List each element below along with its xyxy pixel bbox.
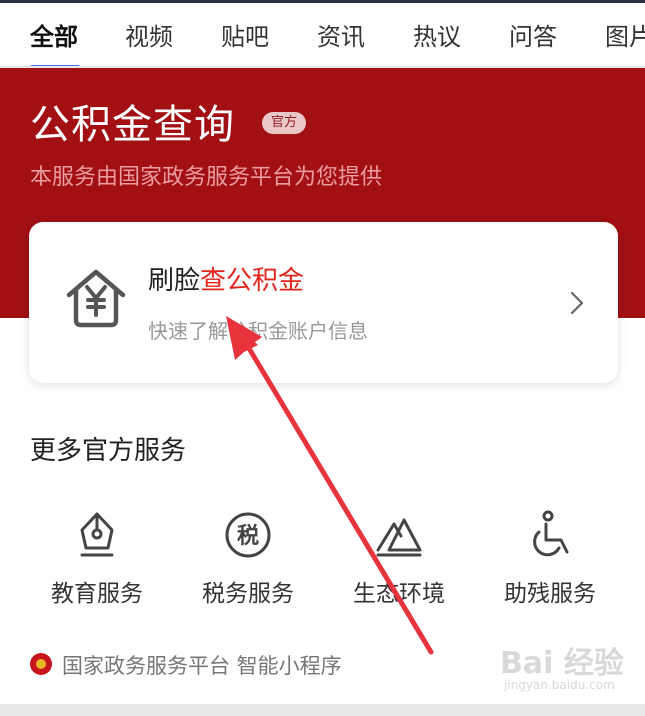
service-label: 生态环境	[353, 581, 445, 607]
baidu-jingyan-watermark: Bai 经验 jingyan.baidu.com	[500, 636, 630, 696]
tab-hot[interactable]: 热议	[413, 17, 461, 52]
wheelchair-icon	[533, 510, 569, 557]
chevron-right-icon	[570, 291, 584, 315]
mountain-icon	[376, 518, 422, 557]
service-disability[interactable]: 助残服务	[475, 510, 625, 607]
official-badge: 官方	[262, 112, 307, 134]
tab-images[interactable]: 图片	[605, 17, 645, 52]
watermark-text: Bai 经验	[500, 646, 624, 681]
tab-tieba[interactable]: 贴吧	[221, 17, 269, 52]
service-label: 教育服务	[51, 581, 143, 607]
pen-nib-icon	[80, 512, 114, 557]
service-label: 税务服务	[202, 581, 294, 607]
footer-text: 国家政务服务平台 智能小程序	[62, 654, 342, 678]
service-tax[interactable]: 税 税务服务	[173, 510, 323, 607]
service-label: 助残服务	[504, 581, 596, 607]
card-subtitle: 快速了解公积金账户信息	[148, 319, 368, 343]
tax-icon: 税	[225, 512, 271, 558]
card-title: 刷脸查公积金	[148, 260, 304, 297]
house-yuan-icon	[66, 269, 126, 328]
watermark-url: jingyan.baidu.com	[504, 678, 615, 692]
page-title: 公积金查询	[30, 102, 235, 148]
tab-all[interactable]: 全部	[30, 17, 78, 52]
hero-subtitle: 本服务由国家政务服务平台为您提供	[30, 165, 383, 190]
national-emblem-icon	[30, 653, 52, 675]
service-environment[interactable]: 生态环境	[324, 510, 474, 607]
tab-news[interactable]: 资讯	[317, 17, 365, 52]
face-query-card[interactable]: 刷脸查公积金 快速了解公积金账户信息	[29, 222, 618, 383]
card-title-highlight: 查公积金	[200, 266, 305, 296]
service-education[interactable]: 教育服务	[22, 510, 172, 607]
tax-icon-glyph: 税	[237, 523, 259, 549]
bottom-divider	[0, 704, 645, 716]
more-services-title: 更多官方服务	[30, 436, 187, 466]
tab-video[interactable]: 视频	[125, 17, 173, 52]
tab-qa[interactable]: 问答	[509, 17, 557, 52]
card-title-prefix: 刷脸	[148, 266, 201, 296]
tab-bar: 全部 视频 贴吧 资讯 热议 问答 图片	[0, 3, 645, 67]
